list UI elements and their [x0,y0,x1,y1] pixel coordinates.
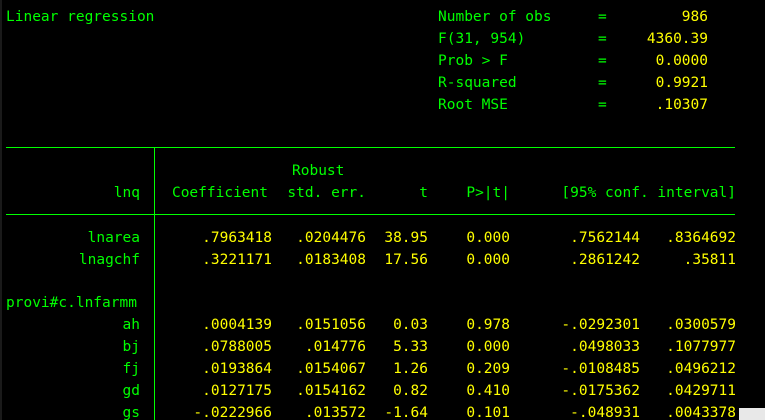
cell-ci-upper: .0496212 [666,361,736,377]
table-header-rule [6,214,735,215]
regression-title: Linear regression [6,9,155,25]
cell-coefficient: .3221171 [202,252,272,268]
cell-ci-lower: -.0175362 [561,383,640,399]
cell-ci-lower: .7562144 [570,230,640,246]
stat-label: Root MSE [438,97,508,113]
cell-ci-upper: .0429711 [666,383,736,399]
row-variable-name: lnarea [87,230,140,246]
stat-value: 0.9921 [655,75,708,91]
stat-label: Prob > F [438,53,508,69]
cell-std-err: .0183408 [296,252,366,268]
row-variable-name: lnagchf [78,252,140,268]
cell-ci-upper: .0043378 [666,405,736,420]
cell-ci-lower: -.0108485 [561,361,640,377]
stat-label: Number of obs [438,9,552,25]
row-variable-name: gs [122,405,140,420]
cell-coefficient: .0127175 [202,383,272,399]
cell-std-err: .014776 [304,339,366,355]
cell-std-err: .0151056 [296,317,366,333]
stat-equals: = [598,31,607,47]
cell-t: 1.26 [393,361,428,377]
robust-label: Robust [292,163,345,179]
column-header-t: t [419,185,428,201]
stat-value: .10307 [655,97,708,113]
row-variable-name: ah [122,317,140,333]
cell-t: -1.64 [384,405,428,420]
column-header-conf-interval: [95% conf. interval] [561,185,736,201]
cell-coefficient: -.0222966 [193,405,272,420]
cell-t: 0.03 [393,317,428,333]
cell-p: 0.000 [466,230,510,246]
cell-ci-upper: .35811 [683,252,736,268]
stat-value: 0.0000 [655,53,708,69]
window-corner [739,408,765,420]
cell-coefficient: .0788005 [202,339,272,355]
cell-ci-upper: .1077977 [666,339,736,355]
stat-equals: = [598,75,607,91]
table-column-divider [154,147,155,420]
cell-std-err: .0154067 [296,361,366,377]
cell-p: 0.410 [466,383,510,399]
stat-value: 4360.39 [646,31,708,47]
row-variable-name: bj [122,339,140,355]
column-header-p: P>|t| [466,185,510,201]
table-top-rule [6,147,735,148]
stat-value: 986 [681,9,708,25]
stat-equals: = [598,53,607,69]
cell-ci-lower: .2861242 [570,252,640,268]
row-variable-name: gd [122,383,140,399]
cell-p: 0.101 [466,405,510,420]
interaction-group-label: provi#c.lnfarmm [6,295,137,311]
stata-results-window: Linear regression Number of obs = 986 F(… [0,0,765,420]
cell-t: 17.56 [384,252,428,268]
cell-t: 0.82 [393,383,428,399]
cell-std-err: .013572 [304,405,366,420]
cell-p: 0.000 [466,339,510,355]
cell-ci-lower: .0498033 [570,339,640,355]
stat-label: R-squared [438,75,517,91]
window-edge [0,0,2,420]
cell-ci-lower: -.048931 [570,405,640,420]
cell-t: 38.95 [384,230,428,246]
stat-equals: = [598,9,607,25]
cell-t: 5.33 [393,339,428,355]
dependent-variable: lnq [113,185,140,201]
cell-std-err: .0154162 [296,383,366,399]
column-header-coefficient: Coefficient [171,185,268,201]
cell-ci-upper: .8364692 [666,230,736,246]
stat-label: F(31, 954) [438,31,526,47]
cell-coefficient: .7963418 [202,230,272,246]
cell-coefficient: .0004139 [202,317,272,333]
cell-p: 0.978 [466,317,510,333]
cell-p: 0.209 [466,361,510,377]
row-variable-name: fj [122,361,140,377]
cell-std-err: .0204476 [296,230,366,246]
cell-p: 0.000 [466,252,510,268]
column-header-std-err: std. err. [287,185,366,201]
cell-coefficient: .0193864 [202,361,272,377]
cell-ci-lower: -.0292301 [561,317,640,333]
stat-equals: = [598,97,607,113]
cell-ci-upper: .0300579 [666,317,736,333]
